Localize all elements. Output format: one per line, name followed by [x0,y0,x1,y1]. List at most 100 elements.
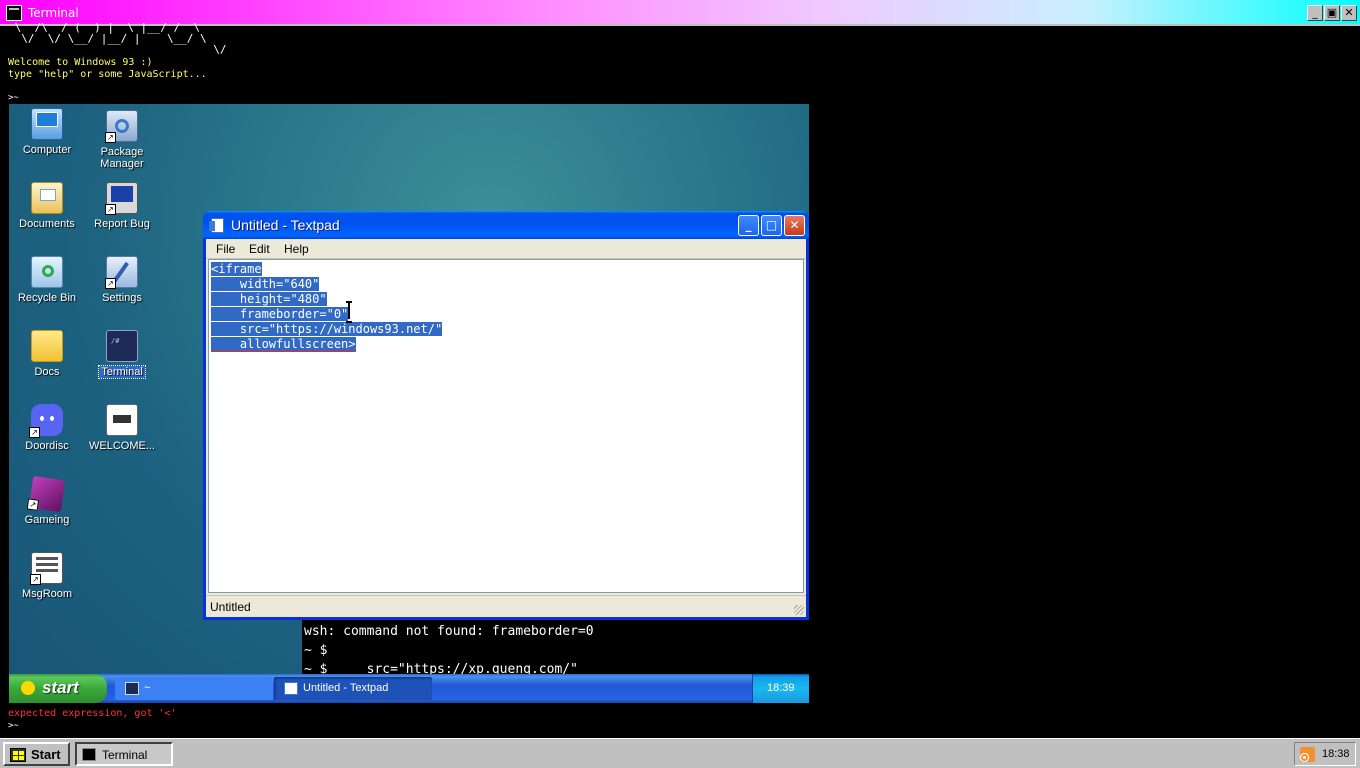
desktop-icon-label: Report Bug [94,218,150,230]
code-line: <iframe [211,262,262,276]
window-title: Terminal [28,6,79,20]
textpad-icon [209,218,224,233]
desktop-icon-label: MsgRoom [21,588,73,600]
shortcut-arrow-icon: ↗ [105,278,116,289]
shortcut-arrow-icon: ↗ [29,427,40,438]
code-line: src="https://windows93.net/" [211,322,443,336]
terminal-app-icon: /# [106,330,138,362]
chat-icon: ↗ [30,552,63,585]
xp-task-label: ~ [144,682,151,694]
menu-edit[interactable]: Edit [249,242,270,256]
textpad-titlebar[interactable]: Untitled - Textpad _ □ ✕ [203,211,809,239]
shortcut-arrow-icon: ↗ [105,204,116,215]
desktop-icon-docs[interactable]: Docs [9,330,85,378]
package-manager-icon: ↗ [105,110,138,143]
desktop-icon-settings[interactable]: ↗ Settings [84,256,160,304]
terminal-icon [6,5,22,21]
textpad-title: Untitled - Textpad [231,217,340,233]
desktop-icon-doordisc[interactable]: ↗ Doordisc [9,404,85,452]
start-button[interactable]: Start [3,742,70,766]
clock: 18:38 [1322,748,1350,760]
settings-icon: ↗ [105,256,138,289]
start-label: Start [31,747,61,762]
textpad-menubar: File Edit Help [206,239,806,259]
xp-system-tray: 18:39 [752,674,809,703]
html-file-icon [106,404,138,436]
code-line: frameborder="0" [211,307,349,321]
system-tray: 18:38 [1294,742,1356,766]
folder-documents-icon [31,182,63,214]
xp-taskbar-item-textpad[interactable]: Untitled - Textpad [274,677,432,700]
w93-taskbar: Start Terminal 18:38 [0,738,1360,768]
xp-clock: 18:39 [767,682,795,694]
desktop-icon-label: Package Manager [100,146,144,170]
taskbar-item-label: Terminal [102,748,148,762]
shortcut-arrow-icon: ↗ [26,498,40,511]
desktop-icon-label: Doordisc [25,440,69,452]
computer-icon [31,108,63,140]
terminal-output-line: wsh: command not found: frameborder=0 [304,624,594,639]
textpad-editor[interactable]: <iframe width="640" height="480" framebo… [208,259,804,593]
terminal-error: expected expression, got '<' [8,708,177,719]
desktop-icon-terminal[interactable]: /# Terminal [84,330,160,380]
restore-button[interactable]: ▣ [1324,5,1340,21]
shortcut-arrow-icon: ↗ [30,574,41,585]
code-line: width="640" [211,277,320,291]
xp-taskbar: start ~ Untitled - Textpad 18:39 [9,674,809,703]
minimize-button[interactable]: _ [1307,5,1323,21]
xp-start-button[interactable]: start [9,674,107,703]
desktop-icon-label: Docs [34,366,60,378]
help-hint-line: type "help" or some JavaScript... [8,69,207,80]
terminal-icon [125,682,139,695]
menu-file[interactable]: File [216,242,235,256]
terminal-prompt[interactable]: >~ [8,93,19,103]
terminal-output-line: ~ $ [304,643,328,658]
code-line: height="480" [211,292,327,306]
shortcut-arrow-icon: ↗ [105,132,116,143]
discord-icon: ↗ [29,404,63,438]
cube-icon: ↗ [26,475,66,513]
desktop-icon-label: Terminal [98,365,146,379]
close-button[interactable]: ✕ [1341,5,1357,21]
textpad-window[interactable]: Untitled - Textpad _ □ ✕ File Edit Help … [203,211,809,620]
terminal-prompt[interactable]: >~ [8,721,19,731]
desktop-icon-computer[interactable]: Computer [9,108,85,156]
desktop-icon-msgroom[interactable]: ↗ MsgRoom [9,552,85,600]
desktop-icon-label: WELCOME... [88,440,155,452]
desktop-icon-label: Settings [102,292,142,304]
textpad-minimize-button[interactable]: _ [738,215,759,236]
textpad-statusbar: Untitled [206,595,806,617]
desktop-icon-package-manager[interactable]: ↗ Package Manager [84,110,160,170]
rss-icon[interactable] [1300,747,1315,762]
taskbar-item-terminal[interactable]: Terminal [75,742,173,766]
code-line: allowfullscreen> [211,337,356,352]
desktop-icon-label: Computer [22,144,72,156]
desktop-icon-recycle-bin[interactable]: Recycle Bin [9,256,85,304]
desktop-icon-documents[interactable]: Documents [9,182,85,230]
resize-grip-icon[interactable] [794,605,804,615]
monitor-icon: ↗ [105,182,138,215]
status-filename: Untitled [210,600,251,614]
text-cursor-icon [346,301,352,323]
desktop-icon-label: Gameing [24,514,70,526]
desktop-icon-report-bug[interactable]: ↗ Report Bug [84,182,160,230]
terminal-icon [82,748,96,761]
xp-taskbar-item-terminal[interactable]: ~ [115,677,273,700]
desktop-icon-label: Documents [19,218,75,230]
recycle-bin-icon [31,256,63,288]
folder-icon [31,330,63,362]
screen: Terminal _ ▣ ✕ \ /\ / ( ) | \ |__/ / \ \… [0,0,1360,768]
welcome-line: Welcome to Windows 93 :) [8,57,153,68]
windows93-logo-icon [10,748,26,762]
menu-help[interactable]: Help [284,242,309,256]
textpad-icon [284,682,298,695]
inner-terminal[interactable]: wsh: command not found: frameborder=0 ~ … [302,620,809,677]
xp-start-label: start [42,678,79,697]
desktop-icon-gameing[interactable]: ↗ Gameing [9,475,85,526]
desktop-icon-label: Recycle Bin [17,292,77,304]
desktop-icon-welcome[interactable]: WELCOME... [84,404,160,452]
textpad-maximize-button[interactable]: □ [761,215,782,236]
textpad-close-button[interactable]: ✕ [784,215,805,236]
smiley-icon [21,681,35,695]
ascii-art-logo: \ /\ / ( ) | \ |__/ / \ \/ \/ \__/ |__/ … [14,21,227,56]
